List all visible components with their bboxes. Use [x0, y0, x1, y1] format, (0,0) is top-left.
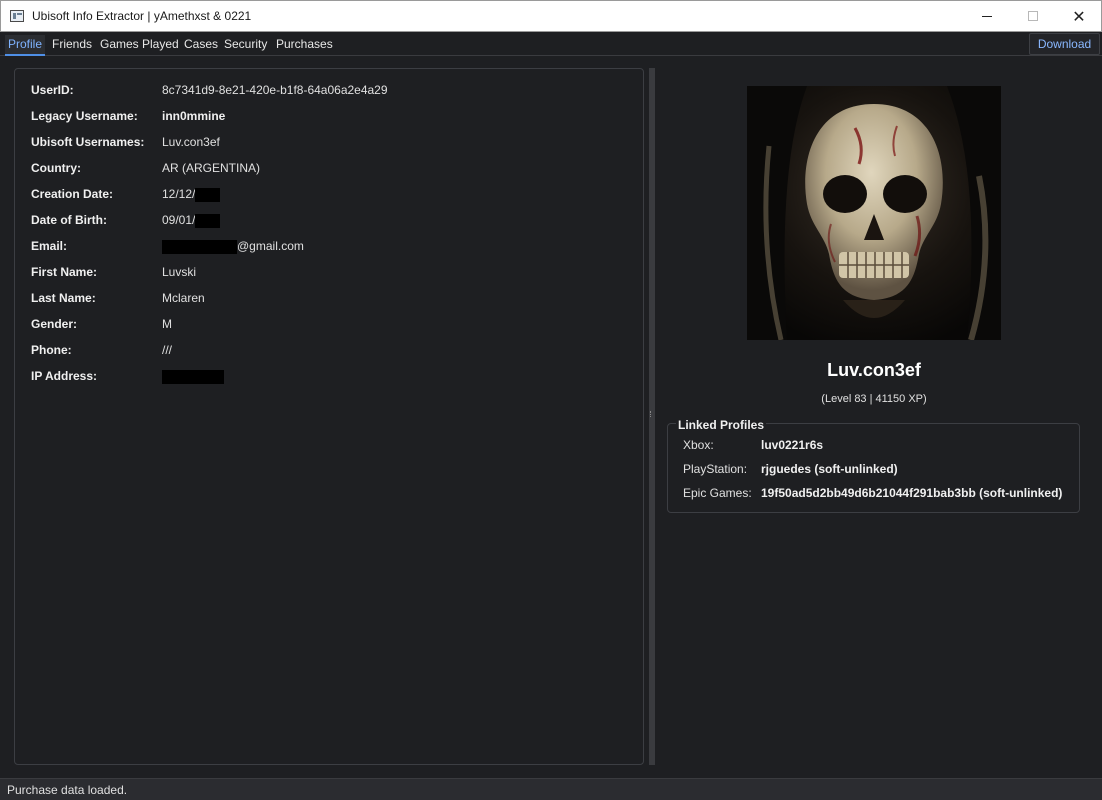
- tab-cases[interactable]: Cases: [181, 35, 221, 56]
- minimize-button[interactable]: [964, 1, 1010, 31]
- linked-value: rjguedes (soft-unlinked): [761, 462, 898, 476]
- field-value: 12/12/: [162, 187, 196, 201]
- linked-value: luv0221r6s: [761, 438, 824, 452]
- field-value-wrap: 09/01/: [162, 213, 221, 228]
- field-label: First Name:: [31, 265, 98, 279]
- field-value: Luv.con3ef: [162, 135, 220, 149]
- maximize-button[interactable]: [1010, 1, 1056, 31]
- close-button[interactable]: ✕: [1056, 1, 1102, 31]
- field-label: Last Name:: [31, 291, 96, 305]
- field-label: Legacy Username:: [31, 109, 138, 123]
- linked-profiles-title: Linked Profiles: [676, 418, 767, 432]
- tab-profile[interactable]: Profile: [5, 35, 46, 56]
- profile-level-text: (Level 83 | 41150 XP): [821, 393, 927, 405]
- field-value-wrap: [162, 369, 224, 384]
- field-value: Mclaren: [162, 291, 205, 305]
- tab-purchases[interactable]: Purchases: [273, 35, 336, 56]
- field-label: Email:: [31, 239, 68, 253]
- maximize-icon: [1028, 11, 1038, 21]
- close-icon: ✕: [1072, 6, 1086, 26]
- splitter-grip-icon: [650, 411, 653, 417]
- skull-avatar-image: [747, 86, 1001, 340]
- field-value: ///: [162, 343, 173, 357]
- field-value: Luvski: [162, 265, 197, 279]
- status-text: Purchase data loaded.: [7, 783, 128, 797]
- field-label: Ubisoft Usernames:: [31, 135, 145, 149]
- linked-value: 19f50ad5d2bb49d6b21044f291bab3bb (soft-u…: [761, 486, 1063, 500]
- app-window-icon: [10, 10, 24, 22]
- panel-splitter[interactable]: [649, 68, 655, 765]
- status-bar: Purchase data loaded.: [0, 778, 1102, 800]
- linked-label: PlayStation:: [683, 462, 748, 476]
- field-value: inn0mmine: [162, 109, 226, 123]
- field-value: M: [162, 317, 172, 331]
- tab-security[interactable]: Security: [221, 35, 270, 56]
- tab-friends[interactable]: Friends: [49, 35, 95, 56]
- field-label: Country:: [31, 161, 81, 175]
- minimize-icon: [982, 15, 992, 17]
- tab-games-played[interactable]: Games Played: [97, 35, 182, 56]
- profile-info-panel: UserID: 8c7341d9-8e21-420e-b1f8-64a06a2e…: [14, 68, 644, 765]
- linked-profiles-group: Linked Profiles Xbox: luv0221r6s PlaySta…: [667, 418, 1080, 513]
- field-value-wrap: 12/12/: [162, 187, 221, 202]
- field-value: 09/01/: [162, 213, 196, 227]
- field-label: Gender:: [31, 317, 78, 331]
- linked-label: Xbox:: [683, 438, 714, 452]
- field-label: UserID:: [31, 83, 74, 97]
- download-button[interactable]: Download: [1029, 33, 1100, 55]
- profile-display-name: Luv.con3ef: [827, 360, 921, 380]
- redaction-bar: [195, 187, 221, 202]
- field-value: 8c7341d9-8e21-420e-b1f8-64a06a2e4a29: [162, 83, 388, 97]
- profile-avatar: [747, 86, 1001, 340]
- field-label: Phone:: [31, 343, 72, 357]
- window-title: Ubisoft Info Extractor | yAmethxst & 022…: [32, 9, 252, 23]
- field-value-wrap: @gmail.com: [162, 239, 304, 254]
- field-label: Creation Date:: [31, 187, 114, 201]
- redaction-bar: [195, 213, 221, 228]
- field-value: @gmail.com: [237, 239, 304, 253]
- redaction-bar: [162, 239, 237, 254]
- window-titlebar: Ubisoft Info Extractor | yAmethxst & 022…: [0, 0, 1102, 32]
- redaction-bar: [162, 369, 224, 384]
- field-label: IP Address:: [31, 369, 98, 383]
- field-value: AR (ARGENTINA): [162, 161, 261, 175]
- tab-bar: Profile Friends Games Played Cases Secur…: [0, 32, 1102, 56]
- linked-label: Epic Games:: [683, 486, 752, 500]
- field-label: Date of Birth:: [31, 213, 107, 227]
